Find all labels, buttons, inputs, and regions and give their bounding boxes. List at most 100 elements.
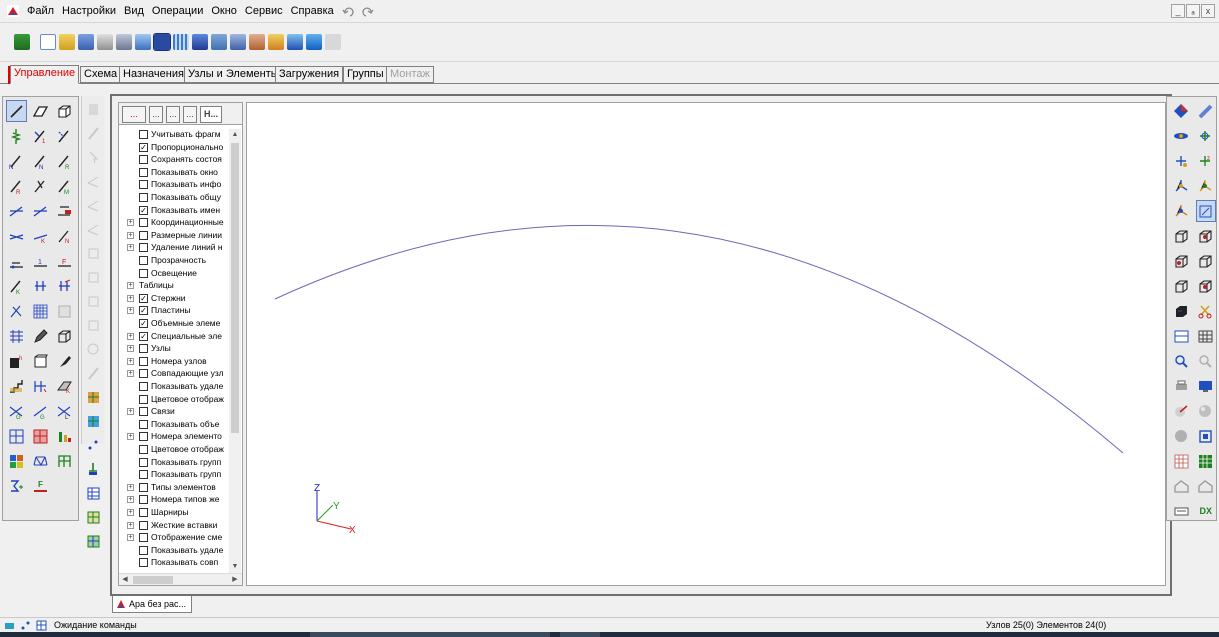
tree-checkbox[interactable]: ✓ <box>139 331 148 341</box>
tree-checkbox[interactable] <box>139 394 148 404</box>
keyboard-icon[interactable] <box>1171 500 1192 522</box>
tree-item[interactable]: + ✓ Пластины <box>119 305 229 316</box>
tree-checkbox[interactable] <box>139 482 148 492</box>
scroll-right-icon[interactable]: ▶ <box>229 574 241 586</box>
elements-table-icon[interactable] <box>83 530 104 552</box>
tree-item[interactable]: ✓ Объемные элеме <box>119 318 229 329</box>
align-nodes-icon[interactable]: 1 <box>30 250 51 272</box>
tree-item[interactable]: + Узлы <box>119 343 229 354</box>
monitor-view-icon[interactable] <box>1196 375 1217 397</box>
tree-expand-icon[interactable]: + <box>127 282 134 290</box>
plate-grid-icon[interactable] <box>6 425 27 447</box>
copy-nodes-icon[interactable] <box>54 275 75 297</box>
tree-item[interactable]: Показывать удале <box>119 381 229 392</box>
panel-tab-3[interactable]: ... <box>166 106 180 123</box>
paint-brush-icon[interactable] <box>54 350 75 372</box>
tree-item[interactable]: + ✓ Стержни <box>119 293 229 304</box>
plate-mesh-icon[interactable] <box>6 250 27 272</box>
tree-expand-icon[interactable]: + <box>127 483 134 491</box>
view-dimetric-icon[interactable] <box>1196 175 1217 197</box>
tree-checkbox[interactable] <box>139 155 148 165</box>
scissors-icon[interactable] <box>1196 300 1217 322</box>
plate-grid-red-icon[interactable] <box>30 425 51 447</box>
cube-outline-icon[interactable] <box>54 325 75 347</box>
nodes-table-icon[interactable] <box>83 482 104 504</box>
palette-icon[interactable] <box>287 34 303 50</box>
status-nodes-icon[interactable] <box>20 620 31 631</box>
node-force-icon[interactable]: F <box>54 250 75 272</box>
tree-checkbox[interactable] <box>139 407 148 417</box>
bars-arrows-icon[interactable] <box>30 375 51 397</box>
print-view-icon[interactable] <box>1171 375 1192 397</box>
tree-item[interactable]: Показывать общу <box>119 192 229 203</box>
tree-expand-icon[interactable]: + <box>127 244 134 252</box>
house-2-icon[interactable] <box>1196 475 1217 497</box>
volume-gradient-icon[interactable]: h <box>6 350 27 372</box>
tree-item[interactable]: + Шарниры <box>119 507 229 518</box>
truss-icon[interactable] <box>30 450 51 472</box>
tree-expand-icon[interactable]: + <box>127 370 134 378</box>
scroll-down-icon[interactable]: ▼ <box>229 561 241 573</box>
tree-item[interactable]: + Удаление линий н <box>119 242 229 253</box>
pack-scheme-icon[interactable] <box>54 200 75 222</box>
cross-l-icon[interactable]: L <box>54 400 75 422</box>
close-button[interactable]: x <box>1201 4 1215 18</box>
view-isometric-icon[interactable] <box>1171 175 1192 197</box>
menu-file[interactable]: Файл <box>23 0 58 22</box>
tree-icon[interactable] <box>211 34 227 50</box>
tab-assignments[interactable]: Назначения <box>119 66 188 83</box>
tree-checkbox[interactable] <box>139 356 148 366</box>
tree-checkbox[interactable] <box>139 457 148 467</box>
tree-vertical-scrollbar[interactable]: ▲ ▼ <box>229 129 241 573</box>
node-type-1-icon[interactable]: 1 <box>30 125 51 147</box>
plate-contour-icon[interactable]: K <box>54 375 75 397</box>
tree-item[interactable]: + Номера элементо <box>119 431 229 442</box>
tree-item[interactable]: Показывать окно <box>119 167 229 178</box>
tree-item[interactable]: Освещение <box>119 268 229 279</box>
move-nodes-icon[interactable] <box>30 275 51 297</box>
view-xz-icon[interactable] <box>1196 125 1217 147</box>
tree-checkbox[interactable] <box>139 508 148 517</box>
tree-item[interactable]: ✓ Пропорционально <box>119 142 229 153</box>
plate-mesh-color-icon[interactable] <box>83 386 104 408</box>
tree-item[interactable]: + Координационные <box>119 217 229 228</box>
tree-checkbox[interactable] <box>139 268 148 278</box>
view-pan-icon[interactable] <box>1196 100 1217 122</box>
cube-right-icon[interactable] <box>1196 250 1217 272</box>
view-trimetric-icon[interactable] <box>1171 200 1192 222</box>
tree-item[interactable]: + Типы элементов <box>119 482 229 493</box>
menu-service[interactable]: Сервис <box>241 0 287 22</box>
menu-view[interactable]: Вид <box>120 0 148 22</box>
view-orbit-icon[interactable] <box>1171 125 1192 147</box>
restore-button[interactable]: ₐ <box>1186 4 1200 18</box>
redo-icon[interactable] <box>360 4 374 18</box>
plate-mesh-color-2-icon[interactable] <box>83 410 104 432</box>
open-folder-icon[interactable] <box>59 34 75 50</box>
tree-item[interactable]: Сохранять состоя <box>119 154 229 165</box>
bar-local-axes-icon[interactable]: M <box>54 175 75 197</box>
scroll-thumb[interactable] <box>231 143 239 433</box>
tree-item[interactable]: + Таблицы <box>119 280 229 291</box>
tree-item[interactable]: + Номера типов же <box>119 494 229 505</box>
rigid-insert-icon[interactable]: R <box>6 175 27 197</box>
calculator-icon[interactable] <box>153 33 171 51</box>
tree-checkbox[interactable] <box>139 495 148 505</box>
undo-icon[interactable] <box>342 4 356 18</box>
cross-bars-icon[interactable] <box>30 200 51 222</box>
model-viewport[interactable]: Z Y X <box>246 102 1166 586</box>
grid-view-icon[interactable] <box>1171 450 1192 472</box>
tree-expand-icon[interactable]: + <box>127 345 134 353</box>
tree-checkbox[interactable] <box>139 419 148 429</box>
menu-help[interactable]: Справка <box>287 0 338 22</box>
tree-item[interactable]: Показывать групп <box>119 469 229 480</box>
tree-checkbox[interactable] <box>139 445 148 454</box>
sphere-gray-icon[interactable] <box>1171 425 1192 447</box>
plates-table-icon[interactable] <box>83 506 104 528</box>
dx-button[interactable]: DX <box>1196 500 1217 522</box>
scheme-info-icon[interactable] <box>116 34 132 50</box>
node-type-2-icon[interactable] <box>54 125 75 147</box>
tree-expand-icon[interactable]: + <box>127 219 134 227</box>
minimize-button[interactable]: _ <box>1171 4 1185 18</box>
split-bar-k-icon[interactable]: K <box>30 225 51 247</box>
sphere-icon[interactable] <box>1196 400 1217 422</box>
